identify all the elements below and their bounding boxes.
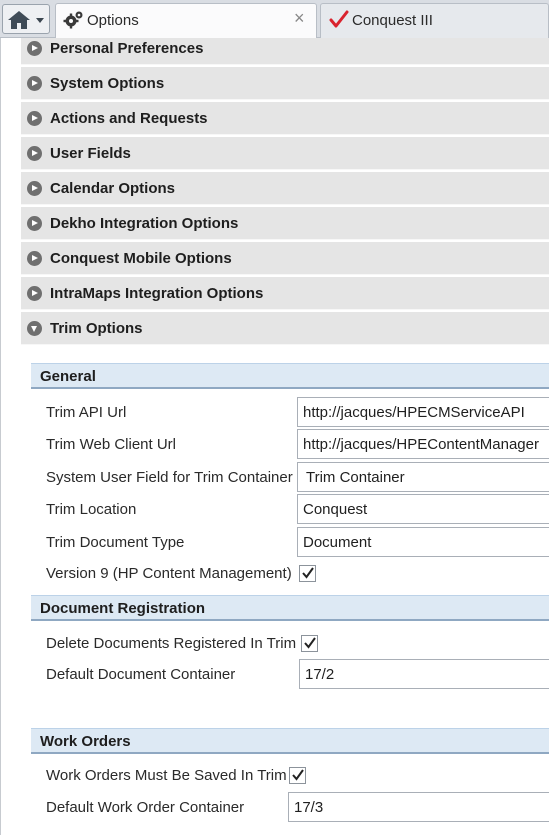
trim-document-type-input[interactable]: Document (297, 527, 549, 557)
trim-api-url-label: Trim API Url (46, 404, 127, 421)
trim-location-value: Conquest (303, 501, 368, 518)
work-orders-must-save-checkbox[interactable] (289, 767, 306, 784)
work-orders-must-save-label: Work Orders Must Be Saved In Trim (46, 767, 287, 784)
section-personal-preferences[interactable]: Personal Preferences (21, 38, 549, 65)
group-title: Work Orders (40, 733, 131, 750)
expand-arrow-icon (27, 286, 42, 301)
tab-conquest-iii-label: Conquest III (352, 12, 433, 29)
close-icon[interactable]: × (294, 8, 305, 28)
section-title: System Options (50, 75, 165, 92)
delete-documents-checkbox[interactable] (301, 635, 318, 652)
default-document-container-input[interactable]: 17/2 (299, 659, 549, 689)
expand-arrow-icon (27, 146, 42, 161)
group-document-registration-header: Document Registration (31, 595, 549, 621)
section-title: Calendar Options (50, 180, 176, 197)
options-panel: Personal Preferences System Options Acti… (0, 38, 549, 835)
tab-bar: Options × Conquest III (0, 0, 549, 38)
default-document-container-value: 17/2 (305, 666, 335, 683)
system-user-field-label: System User Field for Trim Container (46, 469, 293, 486)
expand-arrow-icon (27, 216, 42, 231)
group-work-orders-header: Work Orders (31, 728, 549, 754)
group-title: Document Registration (40, 600, 206, 617)
default-work-order-container-input[interactable]: 17/3 (288, 792, 549, 822)
section-calendar-options[interactable]: Calendar Options (21, 172, 549, 205)
section-title: Trim Options (50, 320, 143, 337)
group-general-header: General (31, 363, 549, 389)
section-actions-and-requests[interactable]: Actions and Requests (21, 102, 549, 135)
section-title: Dekho Integration Options (50, 215, 239, 232)
trim-web-client-url-value: http://jacques/HPEContentManager (303, 436, 539, 453)
delete-documents-label: Delete Documents Registered In Trim (46, 635, 297, 652)
default-document-container-label: Default Document Container (46, 666, 236, 683)
section-user-fields[interactable]: User Fields (21, 137, 549, 170)
gears-icon (63, 11, 83, 29)
expand-arrow-icon (27, 76, 42, 91)
red-check-icon (329, 10, 349, 28)
expand-arrow-icon (27, 111, 42, 126)
collapse-arrow-icon (27, 321, 42, 336)
section-conquest-mobile-options[interactable]: Conquest Mobile Options (21, 242, 549, 275)
section-title: IntraMaps Integration Options (50, 285, 264, 302)
expand-arrow-icon (27, 251, 42, 266)
home-menu-button[interactable] (2, 4, 50, 34)
version9-checkbox[interactable] (299, 565, 316, 582)
trim-location-label: Trim Location (46, 501, 137, 518)
chevron-down-icon (36, 18, 44, 23)
trim-document-type-value: Document (303, 534, 372, 551)
version9-label: Version 9 (HP Content Management) (46, 565, 292, 582)
tab-conquest-iii[interactable]: Conquest III (320, 3, 549, 38)
checkmark-icon (302, 567, 314, 579)
trim-web-client-url-label: Trim Web Client Url (46, 436, 177, 453)
checkmark-icon (292, 769, 304, 781)
default-work-order-container-value: 17/3 (294, 799, 324, 816)
trim-api-url-value: http://jacques/HPECMServiceAPI (303, 404, 525, 421)
system-user-field-select[interactable]: Trim Container (297, 462, 549, 492)
system-user-field-value: Trim Container (306, 469, 405, 486)
home-icon (8, 11, 30, 29)
section-dekho-integration-options[interactable]: Dekho Integration Options (21, 207, 549, 240)
section-title: User Fields (50, 145, 131, 162)
section-title: Conquest Mobile Options (50, 250, 232, 267)
section-intramaps-integration-options[interactable]: IntraMaps Integration Options (21, 277, 549, 310)
group-title: General (40, 368, 96, 385)
tab-options[interactable]: Options × (55, 3, 317, 38)
checkmark-icon (304, 637, 316, 649)
section-title: Personal Preferences (50, 40, 204, 57)
trim-document-type-label: Trim Document Type (46, 534, 185, 551)
trim-api-url-input[interactable]: http://jacques/HPECMServiceAPI (297, 397, 549, 427)
tab-options-label: Options (87, 12, 139, 29)
expand-arrow-icon (27, 181, 42, 196)
section-system-options[interactable]: System Options (21, 67, 549, 100)
default-work-order-container-label: Default Work Order Container (46, 799, 245, 816)
section-trim-options[interactable]: Trim Options (21, 312, 549, 345)
section-title: Actions and Requests (50, 110, 208, 127)
expand-arrow-icon (27, 41, 42, 56)
trim-location-input[interactable]: Conquest (297, 494, 549, 524)
trim-web-client-url-input[interactable]: http://jacques/HPEContentManager (297, 429, 549, 459)
